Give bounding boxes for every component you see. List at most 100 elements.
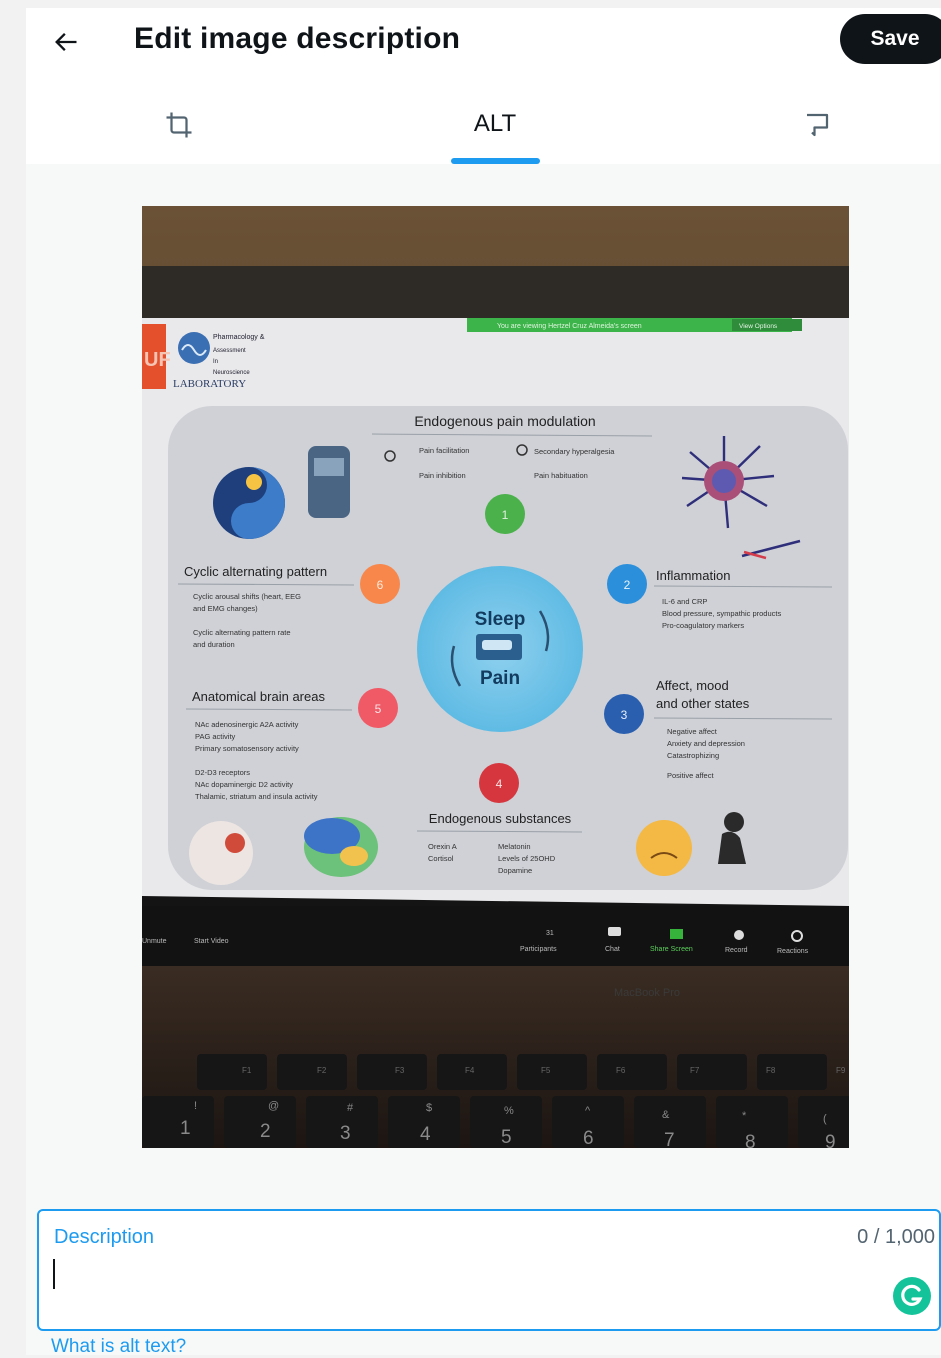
section-title: Inflammation xyxy=(656,568,730,583)
section-item: Cortisol xyxy=(428,854,454,863)
zoom-toolbar-label: Unmute xyxy=(142,938,167,945)
uf-badge: UF xyxy=(144,349,171,371)
key-number: 2 xyxy=(260,1121,271,1142)
zoom-banner-text: You are viewing Hertzel Cruz Almeida's s… xyxy=(497,323,642,330)
logo-line: In xyxy=(213,359,218,365)
section-item: Pro-coagulatory markers xyxy=(662,621,744,630)
section-number: 5 xyxy=(375,702,382,716)
section-number: 4 xyxy=(496,777,503,791)
function-key-label: F8 xyxy=(766,1066,776,1075)
tab-flag[interactable] xyxy=(786,96,846,164)
key-number: 8 xyxy=(745,1132,756,1148)
laptop-model-text: MacBook Pro xyxy=(614,987,680,999)
back-arrow-icon xyxy=(55,33,77,51)
distressed-person-illustration xyxy=(724,812,744,832)
back-button[interactable] xyxy=(48,24,84,60)
polysomnography-device-illustration xyxy=(308,446,350,518)
key-number: 7 xyxy=(664,1130,675,1148)
section-item: Levels of 25OHD xyxy=(498,854,556,863)
description-input[interactable] xyxy=(51,1255,875,1297)
section-item: Cyclic alternating pattern rate xyxy=(193,628,291,637)
grammarly-icon[interactable] xyxy=(893,1277,931,1315)
key-number: 5 xyxy=(501,1127,512,1148)
section-item: Blood pressure, sympathic products xyxy=(662,609,781,618)
view-options-text: View Options xyxy=(739,323,778,330)
zoom-toolbar-label: Record xyxy=(725,947,748,954)
tab-crop[interactable] xyxy=(148,96,208,164)
section-number: 3 xyxy=(621,708,628,722)
function-key-label: F5 xyxy=(541,1066,551,1075)
zoom-toolbar-label: Reactions xyxy=(777,948,809,955)
participants-count: 31 xyxy=(546,930,554,937)
section-item: Secondary hyperalgesia xyxy=(534,447,615,456)
sad-face-illustration xyxy=(636,820,692,876)
image-preview: You are viewing Hertzel Cruz Almeida's s… xyxy=(142,206,849,1148)
section-item: Pain inhibition xyxy=(419,471,466,480)
key-symbol: ! xyxy=(194,1100,197,1112)
tab-alt[interactable]: ALT xyxy=(440,96,550,164)
photo-of-laptop-screen: You are viewing Hertzel Cruz Almeida's s… xyxy=(142,206,849,1148)
flag-icon xyxy=(807,113,829,137)
key-symbol: $ xyxy=(426,1102,432,1114)
page-title: Edit image description xyxy=(134,22,461,55)
header: Edit image description Save ALT xyxy=(26,8,941,164)
section-item: Pain facilitation xyxy=(419,446,469,455)
section-item: Orexin A xyxy=(428,842,457,851)
function-key-label: F4 xyxy=(465,1066,475,1075)
logo-line: Neuroscience xyxy=(213,370,250,376)
key-symbol: # xyxy=(347,1102,354,1114)
save-button[interactable]: Save xyxy=(840,14,941,64)
edit-image-description-panel: Edit image description Save ALT You are … xyxy=(26,8,941,1357)
key-number: 9 xyxy=(825,1132,836,1148)
center-label-pain: Pain xyxy=(480,668,520,689)
section-item: Cyclic arousal shifts (heart, EEG xyxy=(193,592,301,601)
zoom-toolbar-label: Start Video xyxy=(194,938,229,945)
section-item: Anxiety and depression xyxy=(667,739,745,748)
section-item: Melatonin xyxy=(498,842,531,851)
character-counter: 0 / 1,000 xyxy=(857,1226,935,1248)
function-key-label: F6 xyxy=(616,1066,626,1075)
key-number: 4 xyxy=(420,1124,431,1145)
function-key-label: F9 xyxy=(836,1066,846,1075)
key-symbol: ( xyxy=(823,1113,827,1125)
section-item: PAG activity xyxy=(195,732,236,741)
section-item: Dopamine xyxy=(498,866,532,875)
key-symbol: * xyxy=(742,1110,747,1122)
zoom-toolbar-label: Chat xyxy=(605,946,620,953)
section-item: and EMG changes) xyxy=(193,604,258,613)
section-item: Thalamic, striatum and insula activity xyxy=(195,792,318,801)
key-symbol: @ xyxy=(268,1100,279,1112)
tab-alt-label: ALT xyxy=(473,110,517,137)
description-field[interactable]: Description 0 / 1,000 xyxy=(37,1209,941,1331)
description-label: Description xyxy=(54,1226,155,1248)
section-number: 2 xyxy=(624,578,631,592)
section-item: Pain habituation xyxy=(534,471,588,480)
key-number: 3 xyxy=(340,1123,351,1144)
function-key-label: F1 xyxy=(242,1066,252,1075)
function-key-label: F3 xyxy=(395,1066,405,1075)
function-key-label: F7 xyxy=(690,1066,700,1075)
logo-line: Assessment xyxy=(213,348,246,354)
section-title: Affect, mood xyxy=(656,678,729,693)
section-item: Negative affect xyxy=(667,727,718,736)
zoom-toolbar-label: Participants xyxy=(520,946,557,953)
key-symbol: ^ xyxy=(585,1105,591,1117)
brain-scan-illustration xyxy=(189,821,253,885)
crop-icon xyxy=(166,112,192,138)
section-item: NAc adenosinergic A2A activity xyxy=(195,720,299,729)
section-title: Endogenous substances xyxy=(429,811,572,826)
section-item: Catastrophizing xyxy=(667,751,719,760)
key-symbol: % xyxy=(504,1105,514,1117)
logo-line: Pharmacology & xyxy=(213,334,265,341)
section-title: and other states xyxy=(656,696,750,711)
section-number: 1 xyxy=(502,508,509,522)
section-item: IL-6 and CRP xyxy=(662,597,707,606)
zoom-toolbar-label: Share Screen xyxy=(650,946,693,953)
function-key-label: F2 xyxy=(317,1066,327,1075)
section-title: Anatomical brain areas xyxy=(192,689,325,704)
section-item: NAc dopaminergic D2 activity xyxy=(195,780,293,789)
section-item: D2-D3 receptors xyxy=(195,768,250,777)
lab-logo-text: LABORATORY xyxy=(173,378,246,390)
section-title: Endogenous pain modulation xyxy=(414,413,595,429)
section-number: 6 xyxy=(377,578,384,592)
